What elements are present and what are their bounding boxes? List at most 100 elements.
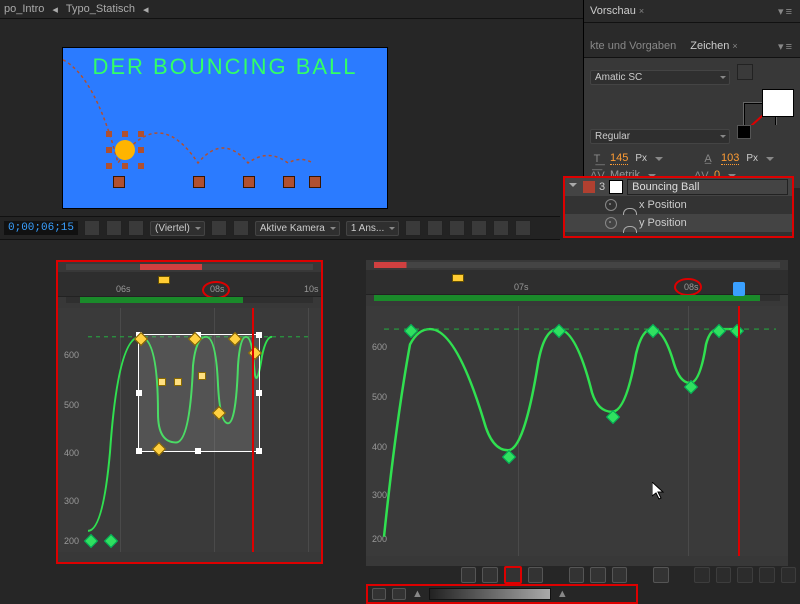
work-area-bar[interactable] bbox=[66, 264, 313, 270]
font-family-dropdown[interactable]: Amatic SC bbox=[590, 70, 730, 85]
swap-colors-icon[interactable] bbox=[737, 125, 751, 139]
stopwatch-icon[interactable] bbox=[605, 199, 617, 211]
keyframe-marker[interactable] bbox=[243, 176, 255, 188]
keyframe-marker[interactable] bbox=[193, 176, 205, 188]
layer-row[interactable]: 3 Bouncing Ball bbox=[565, 178, 792, 196]
font-size-icon: T͟ bbox=[590, 153, 604, 165]
character-label: Zeichen bbox=[690, 40, 729, 52]
separate-dims-icon[interactable] bbox=[653, 567, 669, 583]
views-dropdown[interactable]: 1 Ans... bbox=[346, 221, 399, 236]
stopwatch-icon[interactable] bbox=[605, 217, 617, 229]
keyframe-marker[interactable] bbox=[113, 176, 125, 188]
flowchart-icon[interactable] bbox=[471, 220, 487, 236]
value-curve bbox=[366, 306, 788, 556]
color-swatches[interactable] bbox=[750, 89, 794, 125]
keyframe-marker[interactable] bbox=[309, 176, 321, 188]
twirl-icon[interactable] bbox=[569, 183, 577, 191]
viewer-toolbar: 0;00;06;15 (Viertel) Aktive Kamera 1 Ans… bbox=[0, 216, 560, 240]
pixel-aspect-icon[interactable] bbox=[405, 220, 421, 236]
transparency-grid-icon[interactable] bbox=[233, 220, 249, 236]
playhead[interactable] bbox=[252, 308, 254, 552]
work-area-bar[interactable] bbox=[374, 262, 780, 268]
leading-field[interactable]: 103 bbox=[721, 152, 739, 165]
layer-panel: 3 Bouncing Ball x Position y Position bbox=[563, 176, 794, 238]
graph-icon bbox=[623, 218, 635, 228]
resolution-dropdown[interactable]: (Viertel) bbox=[150, 221, 205, 236]
chevron-down-icon: ◂ bbox=[143, 3, 149, 16]
effects-panel-tab[interactable]: kte und Vorgaben Zeichen× ▾≡ bbox=[584, 35, 800, 58]
mountain-small-icon: ▲ bbox=[412, 588, 423, 600]
bezier-handle[interactable] bbox=[198, 372, 206, 380]
easy-ease-icon[interactable] bbox=[737, 567, 753, 583]
graph-type-icon[interactable] bbox=[482, 567, 498, 583]
preview-panel-tab[interactable]: Vorschau× ▾≡ bbox=[584, 0, 800, 23]
panel-menu-icon[interactable]: ▾≡ bbox=[778, 5, 794, 18]
fit-icon[interactable] bbox=[590, 567, 606, 583]
switches-icon[interactable] bbox=[372, 588, 386, 600]
character-panel: Amatic SC Regular T͟ 145Px A̲ 103Px A͞V … bbox=[584, 58, 800, 188]
edit-keyframe-icon[interactable] bbox=[694, 567, 710, 583]
easy-ease-out-icon[interactable] bbox=[781, 567, 797, 583]
leading-icon: A̲ bbox=[701, 153, 715, 165]
graph-plot[interactable]: 600 500 400 300 200 bbox=[58, 308, 321, 552]
exposure-icon[interactable] bbox=[515, 220, 531, 236]
property-row-y[interactable]: y Position bbox=[565, 214, 792, 232]
right-panel-stack: Vorschau× ▾≡ kte und Vorgaben Zeichen× ▾… bbox=[583, 0, 800, 188]
graph-editor-left[interactable]: 06s 08s 10s 600 500 400 300 200 bbox=[56, 260, 323, 564]
layer-color-swatch[interactable] bbox=[583, 181, 595, 193]
layer-ball[interactable] bbox=[108, 133, 142, 167]
eyedropper-icon[interactable] bbox=[737, 64, 753, 80]
easy-ease-in-icon[interactable] bbox=[759, 567, 775, 583]
layer-index: 3 bbox=[599, 181, 605, 193]
unit: Px bbox=[746, 153, 758, 164]
graph-editor-right[interactable]: 07s 08s 600 500 400 300 200 bbox=[366, 260, 788, 566]
viewport[interactable]: DER BOUNCING BALL bbox=[62, 47, 388, 209]
show-graph-editor-icon[interactable] bbox=[504, 566, 522, 584]
convert-keyframe-icon[interactable] bbox=[716, 567, 732, 583]
modes-icon[interactable] bbox=[392, 588, 406, 600]
chevron-down-icon: ◂ bbox=[52, 3, 58, 16]
bezier-handle[interactable] bbox=[174, 378, 182, 386]
mask-icon[interactable] bbox=[128, 220, 144, 236]
current-timecode[interactable]: 0;00;06;15 bbox=[4, 221, 78, 235]
reset-exposure-icon[interactable] bbox=[493, 220, 509, 236]
ruler-tick: 10s bbox=[304, 284, 319, 294]
playhead[interactable] bbox=[738, 306, 740, 556]
marquee-selection[interactable] bbox=[138, 334, 260, 452]
font-size-field[interactable]: 145 bbox=[610, 152, 628, 165]
tab-intro[interactable]: po_Intro bbox=[4, 3, 44, 15]
panel-menu-icon[interactable]: ▾≡ bbox=[778, 40, 794, 53]
graph-editor-toolbar: ▲ ▲ bbox=[366, 566, 800, 600]
effects-label: kte und Vorgaben bbox=[590, 40, 676, 52]
cti-indicator[interactable] bbox=[452, 274, 464, 282]
ruler-tick: 07s bbox=[514, 282, 529, 292]
layer-name-field[interactable]: Bouncing Ball bbox=[627, 179, 788, 195]
eye-icon[interactable] bbox=[461, 567, 477, 583]
cti-indicator[interactable] bbox=[158, 276, 170, 284]
fast-preview-icon[interactable] bbox=[427, 220, 443, 236]
graph-icon bbox=[623, 200, 635, 210]
zoom-icon[interactable] bbox=[569, 567, 585, 583]
motion-path bbox=[63, 48, 387, 208]
keyframe-marker[interactable] bbox=[283, 176, 295, 188]
mountain-large-icon: ▲ bbox=[557, 588, 568, 600]
snapshot-icon[interactable] bbox=[84, 220, 100, 236]
channel-icon[interactable] bbox=[106, 220, 122, 236]
fit-all-icon[interactable] bbox=[612, 567, 628, 583]
layer-thumb bbox=[609, 180, 623, 194]
time-ruler[interactable]: 06s 08s 10s bbox=[58, 272, 321, 297]
graph-plot[interactable]: 600 500 400 300 200 bbox=[366, 306, 788, 556]
property-row-x[interactable]: x Position bbox=[565, 196, 792, 214]
timeline-icon[interactable] bbox=[449, 220, 465, 236]
bezier-handle[interactable] bbox=[158, 378, 166, 386]
unit: Px bbox=[635, 153, 647, 164]
roi-icon[interactable] bbox=[211, 220, 227, 236]
tab-typo[interactable]: Typo_Statisch bbox=[66, 3, 135, 15]
font-style-dropdown[interactable]: Regular bbox=[590, 129, 730, 144]
camera-dropdown[interactable]: Aktive Kamera bbox=[255, 221, 340, 236]
time-ruler[interactable]: 07s 08s bbox=[366, 270, 788, 295]
preview-label: Vorschau bbox=[590, 5, 636, 17]
zoom-slider[interactable] bbox=[429, 588, 551, 600]
snap-icon[interactable] bbox=[528, 567, 544, 583]
cti-head-icon[interactable] bbox=[733, 282, 745, 296]
